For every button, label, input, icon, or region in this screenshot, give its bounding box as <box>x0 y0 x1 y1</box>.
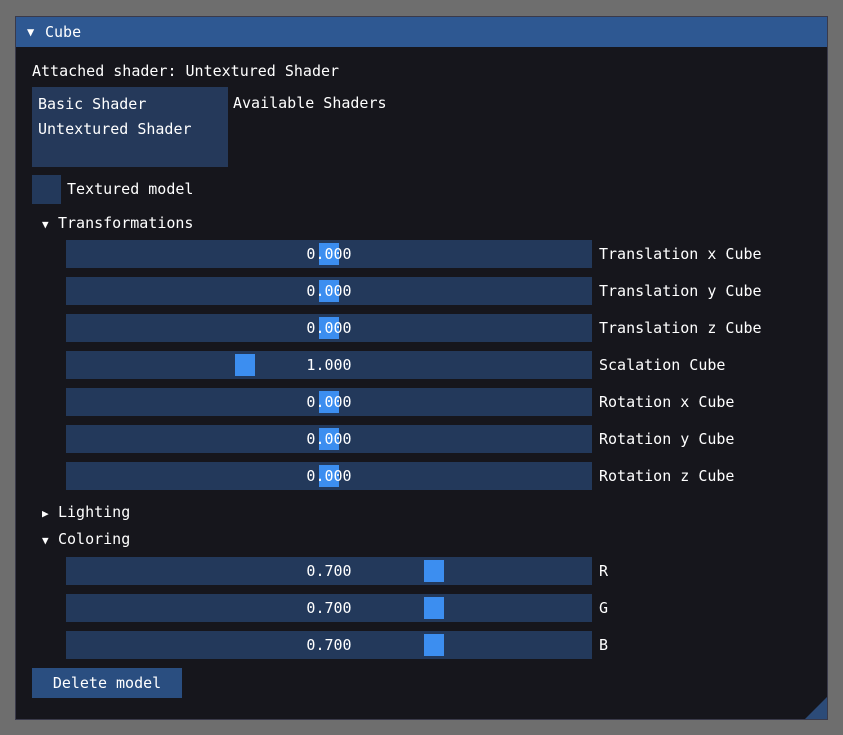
slider-value: 0.000 <box>306 245 352 263</box>
triangle-right-icon: ▶ <box>42 507 49 520</box>
transform-slider[interactable]: 0.000 <box>66 240 592 268</box>
slider-value: 0.000 <box>306 393 352 411</box>
transform-slider-label: Rotation y Cube <box>599 430 735 448</box>
transformations-header[interactable]: ▼ Transformations <box>42 214 193 232</box>
transform-slider[interactable]: 0.000 <box>66 277 592 305</box>
cube-window: ▼ Cube Attached shader: Untextured Shade… <box>15 16 828 720</box>
color-slider[interactable]: 0.700 <box>66 594 592 622</box>
window-title-bar[interactable]: ▼ Cube <box>16 17 827 47</box>
transformations-label: Transformations <box>58 214 194 232</box>
slider-value: 1.000 <box>306 356 352 374</box>
slider-value: 0.700 <box>306 599 352 617</box>
shader-list-item[interactable]: Basic Shader <box>32 92 228 117</box>
transform-slider-label: Translation y Cube <box>599 282 762 300</box>
shader-list-item[interactable]: Untextured Shader <box>32 117 228 142</box>
slider-value: 0.000 <box>306 282 352 300</box>
color-slider[interactable]: 0.700 <box>66 631 592 659</box>
transform-slider-label: Translation z Cube <box>599 319 762 337</box>
textured-model-checkbox[interactable] <box>32 175 61 204</box>
attached-shader-text: Attached shader: Untextured Shader <box>32 62 340 80</box>
lighting-label: Lighting <box>58 503 131 521</box>
delete-model-button[interactable]: Delete model <box>32 668 182 698</box>
transform-slider[interactable]: 1.000 <box>66 351 592 379</box>
transform-slider[interactable]: 0.000 <box>66 462 592 490</box>
slider-value: 0.000 <box>306 467 352 485</box>
textured-model-label: Textured model <box>67 180 194 198</box>
triangle-down-icon: ▼ <box>42 218 49 231</box>
shader-listbox[interactable]: Basic Shader Untextured Shader <box>32 87 228 167</box>
triangle-down-icon[interactable]: ▼ <box>27 25 41 39</box>
color-slider[interactable]: 0.700 <box>66 557 592 585</box>
transform-slider-label: Translation x Cube <box>599 245 762 263</box>
resize-grip-icon[interactable] <box>805 697 827 719</box>
color-slider-label: R <box>599 562 609 580</box>
slider-value: 0.000 <box>306 430 352 448</box>
transform-slider[interactable]: 0.000 <box>66 425 592 453</box>
slider-value: 0.700 <box>306 636 352 654</box>
transform-slider-label: Scalation Cube <box>599 356 726 374</box>
transform-slider[interactable]: 0.000 <box>66 314 592 342</box>
transform-slider-label: Rotation x Cube <box>599 393 735 411</box>
transform-slider-label: Rotation z Cube <box>599 467 735 485</box>
window-title: Cube <box>45 23 82 41</box>
transform-slider[interactable]: 0.000 <box>66 388 592 416</box>
triangle-down-icon: ▼ <box>42 534 49 547</box>
color-slider-label: G <box>599 599 609 617</box>
coloring-header[interactable]: ▼ Coloring <box>42 530 130 548</box>
color-slider-label: B <box>599 636 609 654</box>
available-shaders-label: Available Shaders <box>233 94 387 112</box>
lighting-header[interactable]: ▶ Lighting <box>42 503 130 521</box>
coloring-label: Coloring <box>58 530 131 548</box>
slider-value: 0.700 <box>306 562 352 580</box>
slider-value: 0.000 <box>306 319 352 337</box>
